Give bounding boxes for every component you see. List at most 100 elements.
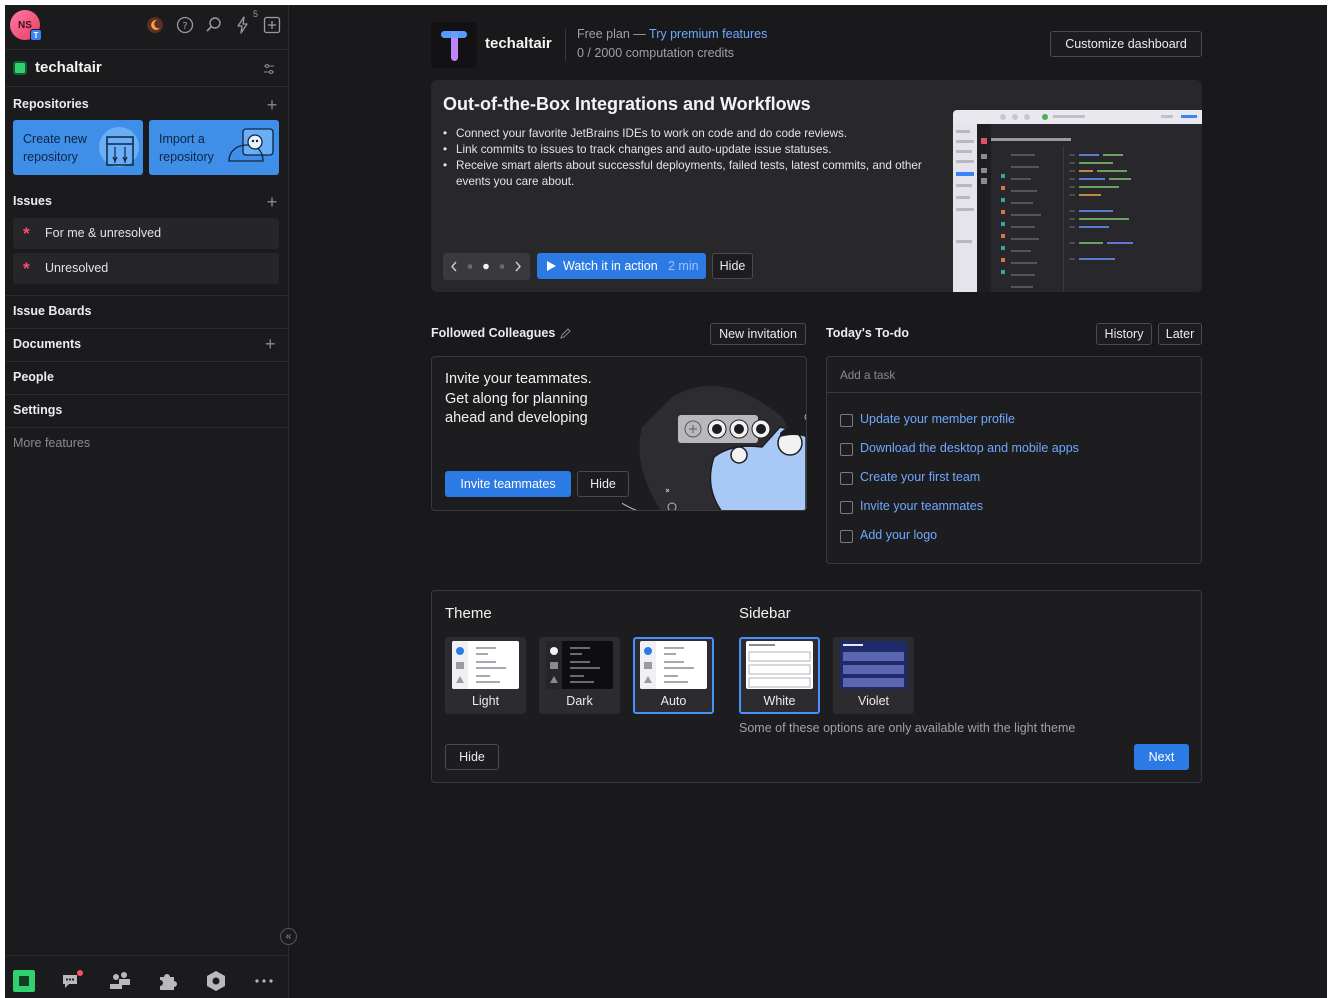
new-item-plus-square-icon[interactable] — [262, 15, 282, 35]
more-icon[interactable] — [252, 969, 276, 993]
nav-label: People — [13, 370, 54, 384]
theme-title: Theme — [445, 605, 492, 622]
invite-teammates-card: Invite your teammates. Get along for pla… — [431, 356, 807, 511]
home-icon[interactable] — [12, 969, 36, 993]
org-switcher[interactable]: techaltair — [5, 49, 289, 87]
help-icon[interactable]: ? — [175, 15, 195, 35]
todo-checkbox[interactable] — [840, 443, 853, 456]
search-icon[interactable] — [204, 15, 224, 35]
app-window: NS T ? 5 techaltair Repositories + Creat… — [5, 5, 1327, 998]
theme-moon-icon[interactable] — [145, 15, 165, 35]
settings-hexagon-icon[interactable] — [204, 969, 228, 993]
invite-line: ahead and developing — [445, 410, 588, 426]
invite-line: Get along for planning — [445, 390, 588, 407]
customize-dashboard-button[interactable]: Customize dashboard — [1050, 31, 1202, 57]
notifications-lightning-icon[interactable] — [233, 15, 253, 35]
hide-invite-button[interactable]: Hide — [577, 471, 629, 497]
add-document-plus-icon[interactable]: + — [265, 334, 276, 355]
todo-item-label[interactable]: Invite your teammates — [860, 499, 983, 513]
nav-documents[interactable]: Documents + — [5, 328, 289, 361]
sidebar: NS T ? 5 techaltair Repositories + Creat… — [5, 5, 297, 998]
add-task-placeholder: Add a task — [840, 369, 896, 382]
pager-dot[interactable] — [499, 264, 505, 269]
auto-theme-preview — [640, 641, 707, 689]
credits-info: 0 / 2000 computation credits — [577, 46, 735, 60]
sidebar-option-violet[interactable]: Violet — [833, 637, 914, 714]
collapse-sidebar-chevron-icon[interactable]: « — [280, 928, 297, 945]
org-big-logo — [431, 22, 477, 68]
pager-dot[interactable] — [467, 264, 473, 269]
theme-option-dark[interactable]: Dark — [539, 637, 620, 714]
next-button[interactable]: Next — [1134, 744, 1189, 770]
notification-count: 5 — [253, 9, 259, 19]
todo-checkbox[interactable] — [840, 414, 853, 427]
divider — [5, 427, 289, 428]
watch-video-button[interactable]: Watch it in action 2 min — [537, 253, 706, 279]
todo-history-button[interactable]: History — [1096, 323, 1152, 345]
theme-option-auto[interactable]: Auto — [633, 637, 714, 714]
more-features-link[interactable]: More features — [13, 436, 90, 450]
todo-title: Today's To-do — [826, 326, 910, 340]
promo-bullet: Connect your favorite JetBrains IDEs to … — [443, 126, 923, 142]
appearance-card: Theme Sidebar Light Dark Auto White Viol… — [431, 590, 1202, 783]
theme-option-label: Auto — [660, 694, 687, 708]
hide-promo-button[interactable]: Hide — [712, 253, 753, 279]
add-issue-plus-icon[interactable]: + — [265, 193, 279, 211]
edit-pencil-icon[interactable] — [560, 328, 571, 339]
followed-colleagues-title: Followed Colleagues — [431, 326, 556, 340]
pager-dot-active[interactable] — [483, 263, 489, 270]
promo-title: Out-of-the-Box Integrations and Workflow… — [443, 94, 811, 114]
issues-title[interactable]: Issues — [13, 194, 52, 208]
todo-later-button[interactable]: Later — [1158, 323, 1202, 345]
todo-item-label[interactable]: Download the desktop and mobile apps — [860, 441, 1079, 455]
watch-duration: 2 min — [668, 259, 699, 273]
org-settings-icon[interactable] — [263, 63, 275, 78]
org-logo-icon — [13, 61, 27, 75]
promo-bullet: Receive smart alerts about successful de… — [443, 158, 923, 190]
add-repository-plus-icon[interactable]: + — [265, 96, 279, 114]
theme-option-light[interactable]: Light — [445, 637, 526, 714]
premium-link[interactable]: Try premium features — [649, 27, 767, 41]
watch-label: Watch it in action — [563, 259, 658, 273]
asterisk-icon: * — [23, 259, 30, 278]
extensions-icon[interactable] — [156, 969, 180, 993]
todo-checkbox[interactable] — [840, 530, 853, 543]
invite-teammates-button[interactable]: Invite teammates — [445, 471, 571, 497]
product-screenshot-image — [953, 110, 1202, 292]
nav-people[interactable]: People — [5, 361, 289, 394]
add-task-input[interactable]: Add a task — [827, 357, 1201, 393]
issue-filter-item[interactable]: * Unresolved — [13, 253, 279, 284]
todo-item-label[interactable]: Add your logo — [860, 528, 937, 542]
light-theme-preview — [452, 641, 519, 689]
next-chevron-icon[interactable] — [515, 261, 521, 272]
hide-appearance-button[interactable]: Hide — [445, 744, 499, 770]
play-icon — [547, 261, 556, 271]
import-repository-button[interactable]: Import a repository — [149, 120, 279, 175]
nav-issue-boards[interactable]: Issue Boards — [5, 295, 289, 328]
todo-item-label[interactable]: Create your first team — [860, 470, 980, 484]
teams-icon[interactable] — [108, 969, 132, 993]
nav-label: Settings — [13, 403, 63, 417]
nav-label: Documents — [13, 337, 82, 351]
todo-checkbox[interactable] — [840, 472, 853, 485]
invite-text: Invite your teammates. Get along for pla… — [445, 370, 592, 429]
sidebar-style-title: Sidebar — [739, 605, 791, 622]
issue-filter-label: Unresolved — [45, 261, 109, 275]
plan-info: Free plan — Try premium features — [577, 27, 767, 41]
repository-illustration-icon — [99, 127, 139, 167]
prev-chevron-icon[interactable] — [451, 261, 457, 272]
issue-filter-item[interactable]: * For me & unresolved — [13, 218, 279, 249]
todo-checkbox[interactable] — [840, 501, 853, 514]
chats-icon[interactable] — [60, 969, 84, 993]
theme-note: Some of these options are only available… — [739, 721, 1076, 735]
todo-card: Add a task Update your member profile Do… — [826, 356, 1202, 564]
create-repository-button[interactable]: Create new repository — [13, 120, 143, 175]
todo-item-label[interactable]: Update your member profile — [860, 412, 1015, 426]
plan-text: Free plan — — [577, 27, 650, 41]
repositories-title[interactable]: Repositories — [13, 97, 89, 111]
header-divider — [565, 29, 566, 61]
nav-settings[interactable]: Settings — [5, 394, 289, 427]
sidebar-option-white[interactable]: White — [739, 637, 820, 714]
new-invitation-button[interactable]: New invitation — [710, 323, 806, 345]
create-repository-label: Create new repository — [23, 132, 87, 164]
